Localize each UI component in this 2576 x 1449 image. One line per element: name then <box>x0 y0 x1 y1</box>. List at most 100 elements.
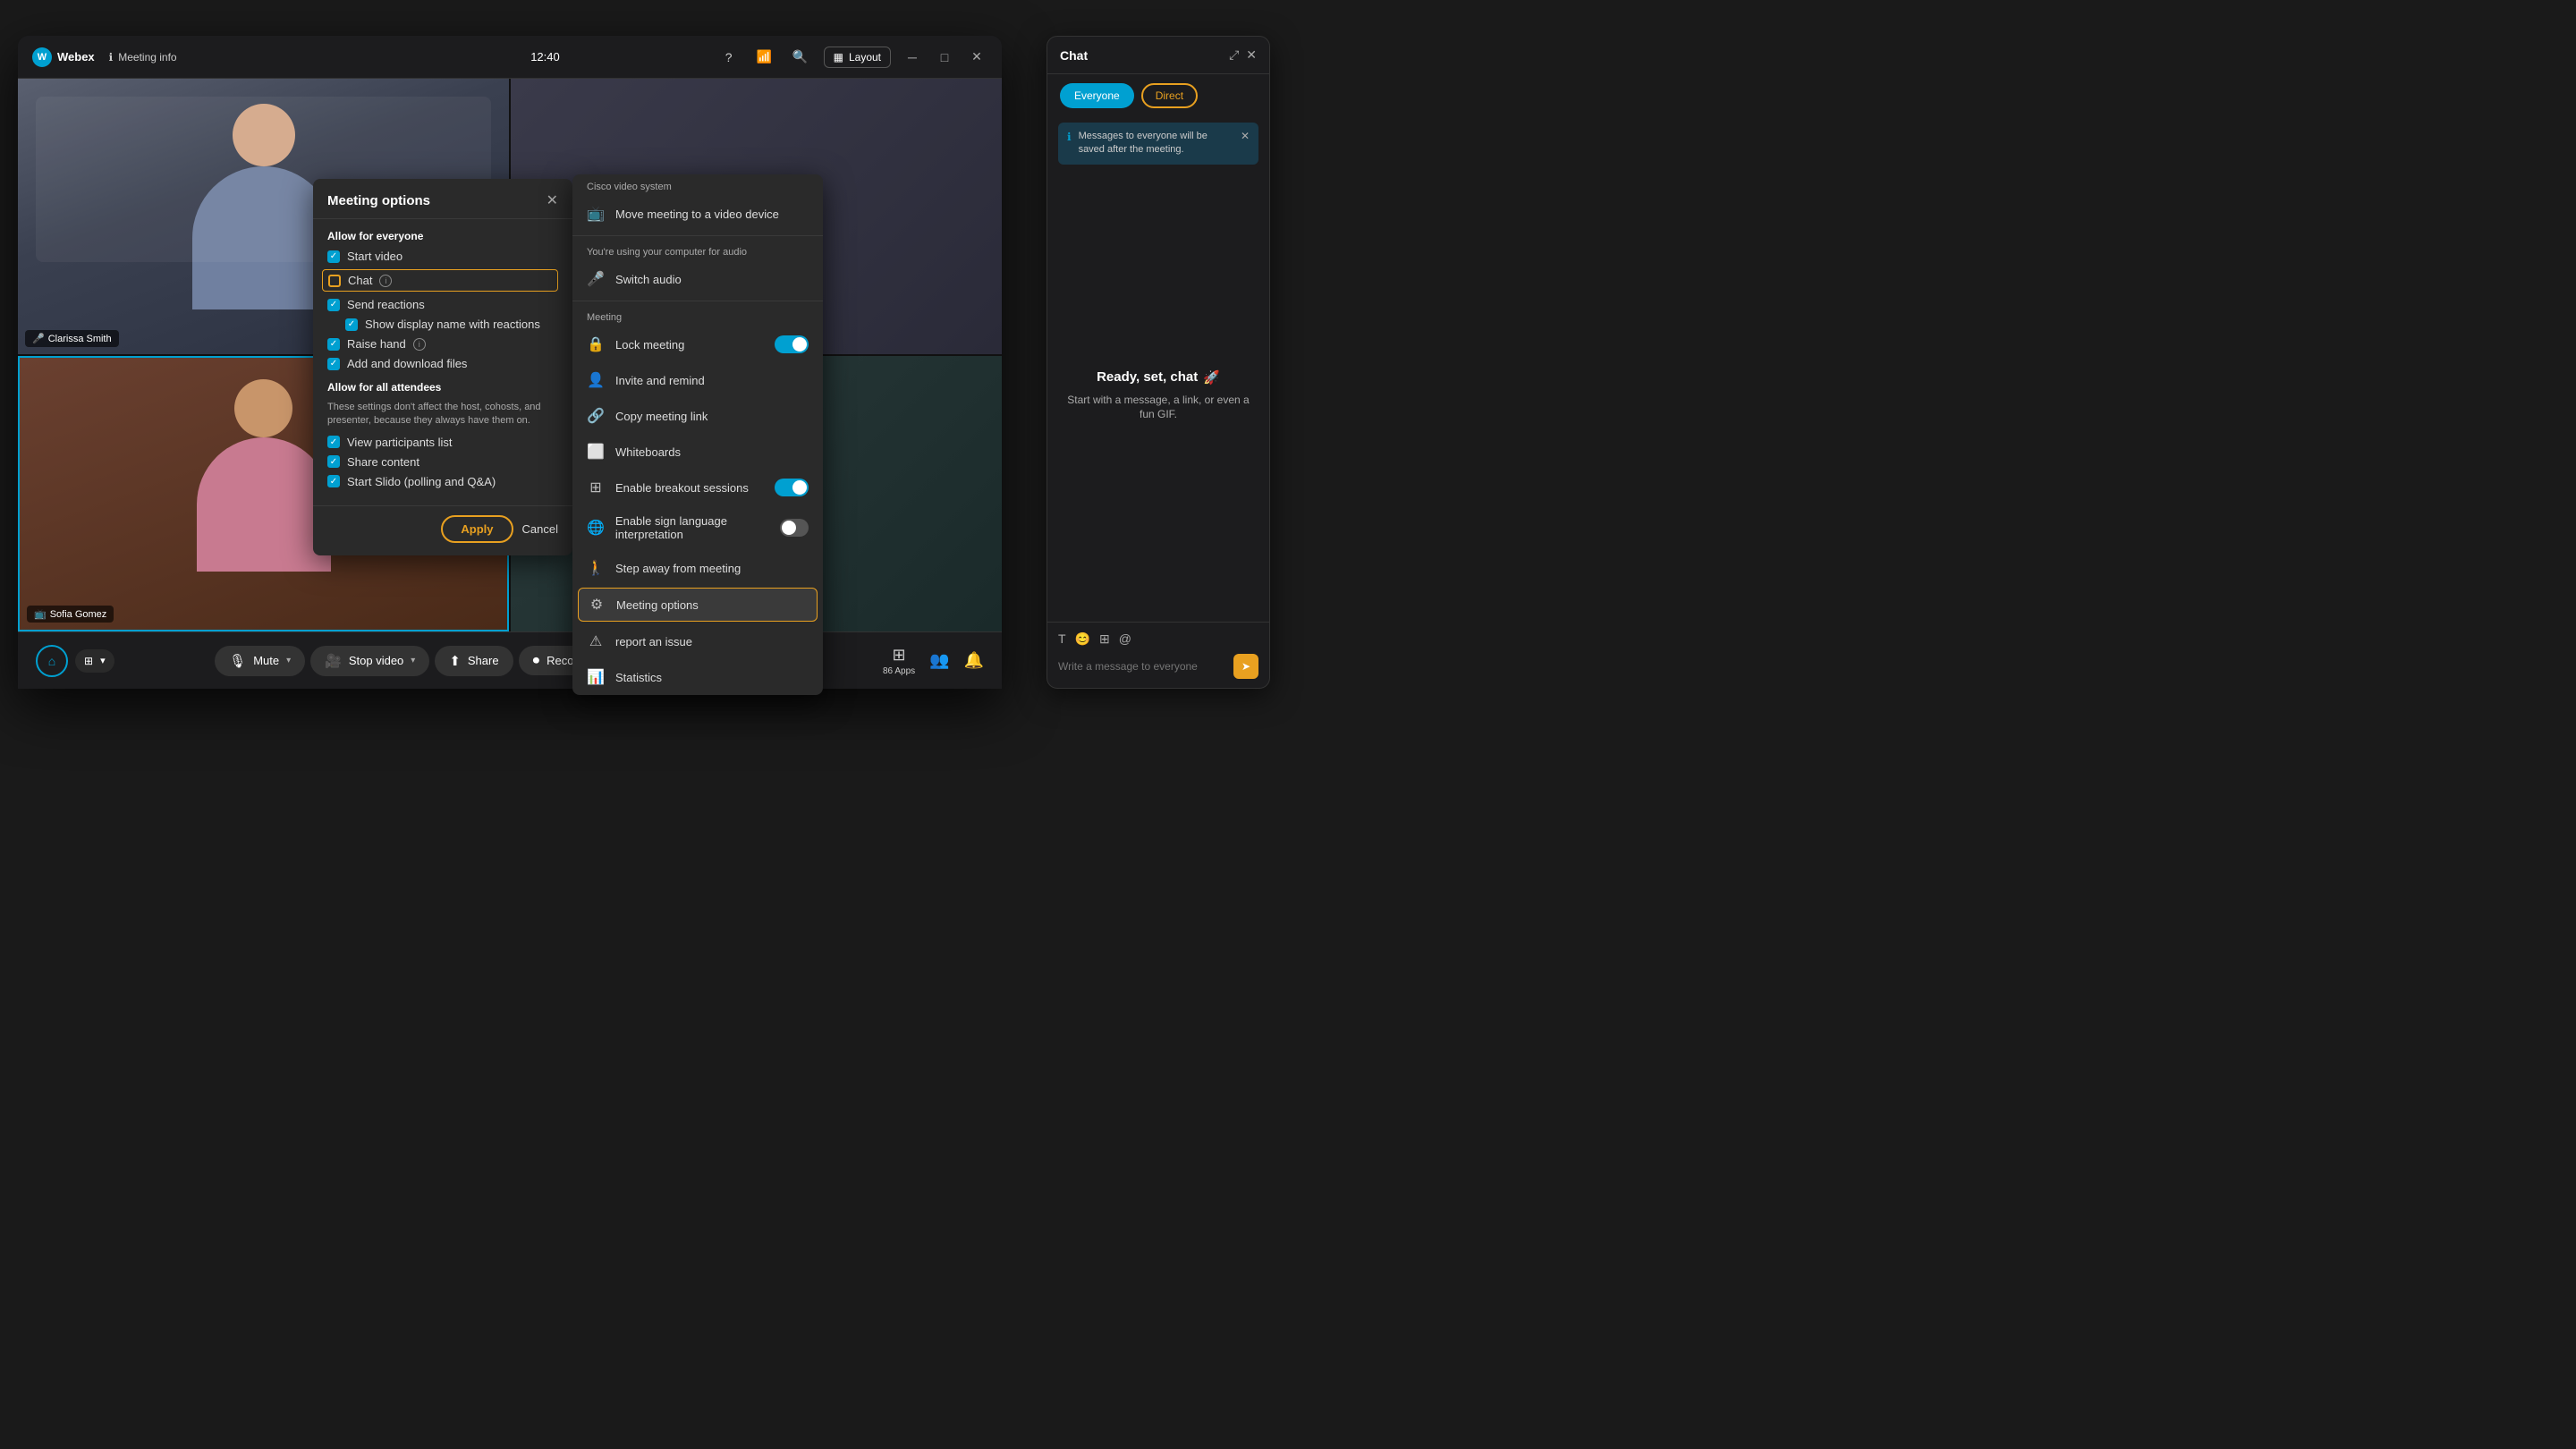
minimize-button[interactable]: ─ <box>902 47 923 68</box>
modal-close-button[interactable]: ✕ <box>547 191 558 209</box>
mute-dropdown-arrow: ▾ <box>286 656 291 665</box>
chat-info-icon[interactable]: i <box>379 275 392 287</box>
checkbox-slido[interactable]: ✓ Start Slido (polling and Q&A) <box>327 475 558 488</box>
webex-logo: W Webex <box>32 47 95 67</box>
apply-button[interactable]: Apply <box>441 515 513 543</box>
participants-button[interactable]: 👥 <box>929 651 949 670</box>
chat-tab-everyone[interactable]: Everyone <box>1060 83 1134 108</box>
record-icon: ⏺ <box>533 653 540 668</box>
chat-expand-icon[interactable]: ⤢ <box>1229 47 1239 63</box>
participant-label-clarissa: 🎤 Clarissa Smith <box>25 330 119 347</box>
step-away-icon: 🚶 <box>587 559 605 577</box>
checkbox-files-input[interactable]: ✓ <box>327 358 340 370</box>
share-button[interactable]: ⬆ Share <box>435 646 513 676</box>
gif-icon[interactable]: ⊞ <box>1099 631 1110 647</box>
cancel-button[interactable]: Cancel <box>522 522 558 536</box>
copy-link-item[interactable]: 🔗 Copy meeting link <box>572 398 823 434</box>
video-dropdown-arrow: ▾ <box>411 656 415 665</box>
checkbox-share-content[interactable]: ✓ Share content <box>327 455 558 469</box>
cb-slido[interactable]: ✓ <box>327 475 340 487</box>
step-away-item[interactable]: 🚶 Step away from meeting <box>572 550 823 586</box>
move-meeting-item[interactable]: 📺 Move meeting to a video device <box>572 196 823 232</box>
participants-icon: 👥 <box>929 651 949 670</box>
sign-language-icon: 🌐 <box>587 519 605 537</box>
audio-icon: 🎤 <box>587 270 605 288</box>
meeting-toolbar: ⌂ ⊞ ▾ 🎙 Mute ▾ 🎥 Stop video ▾ <box>18 631 1002 689</box>
chat-input-row: ➤ <box>1058 654 1258 679</box>
lock-icon: 🔒 <box>587 335 605 353</box>
text-format-icon[interactable]: T <box>1058 631 1066 647</box>
sign-language-item[interactable]: 🌐 Enable sign language interpretation <box>572 505 823 550</box>
video-icon: 🎥 <box>325 653 342 669</box>
checkbox-send-reactions[interactable]: ✓ Send reactions <box>327 298 558 311</box>
chat-send-button[interactable]: ➤ <box>1233 654 1258 679</box>
link-icon: 🔗 <box>587 407 605 425</box>
meeting-section-label: Meeting <box>572 305 823 326</box>
chat-close-icon[interactable]: ✕ <box>1246 47 1257 63</box>
notice-info-icon: ℹ <box>1067 131 1072 143</box>
chat-message-input[interactable] <box>1058 660 1226 673</box>
checkbox-view-participants[interactable]: ✓ View participants list <box>327 436 558 449</box>
info-icon: ℹ <box>109 51 114 64</box>
mute-button[interactable]: 🎙 Mute ▾ <box>215 646 305 676</box>
stop-video-button[interactable]: 🎥 Stop video ▾ <box>310 646 429 676</box>
report-issue-item[interactable]: ⚠ report an issue <box>572 623 823 659</box>
layout-button[interactable]: ▦ Layout <box>824 47 891 68</box>
checkbox-reactions-input[interactable]: ✓ <box>327 299 340 311</box>
chat-messages-area: Ready, set, chat 🚀 Start with a message,… <box>1047 170 1269 622</box>
checkbox-display-name[interactable]: ✓ Show display name with reactions <box>345 318 558 331</box>
meeting-options-item[interactable]: ⚙ Meeting options <box>578 588 818 622</box>
checkbox-start-video[interactable]: ✓ Start video <box>327 250 558 263</box>
lock-meeting-toggle[interactable] <box>775 335 809 353</box>
checkbox-start-video-input[interactable]: ✓ <box>327 250 340 263</box>
chat-tab-direct[interactable]: Direct <box>1141 83 1198 108</box>
breakout-toggle[interactable] <box>775 479 809 496</box>
checkbox-files[interactable]: ✓ Add and download files <box>327 357 558 370</box>
checkbox-raise-hand[interactable]: ✓ Raise hand i <box>327 337 558 351</box>
whiteboards-item[interactable]: ⬜ Whiteboards <box>572 434 823 470</box>
home-button[interactable]: ⌂ <box>36 645 68 677</box>
checkbox-display-name-input[interactable]: ✓ <box>345 318 358 331</box>
switch-audio-item[interactable]: 🎤 Switch audio <box>572 261 823 297</box>
search-icon[interactable]: 🔍 <box>788 45 813 70</box>
cb-share-content[interactable]: ✓ <box>327 455 340 468</box>
statistics-item[interactable]: 📊 Statistics <box>572 659 823 695</box>
computer-audio-notice: You're using your computer for audio <box>572 240 823 261</box>
divider-1 <box>572 235 823 236</box>
meeting-options-icon: ⚙ <box>588 596 606 614</box>
notifications-button[interactable]: 🔔 <box>964 651 984 670</box>
meeting-info-button[interactable]: ℹ Meeting info <box>109 51 177 64</box>
share-icon: ⬆ <box>449 653 461 669</box>
clock: 12:40 <box>530 50 560 64</box>
lock-meeting-item[interactable]: 🔒 Lock meeting <box>572 326 823 362</box>
allow-all-desc: These settings don't affect the host, co… <box>327 401 558 428</box>
move-meeting-icon: 📺 <box>587 205 605 223</box>
allow-all-section: Allow for all attendees These settings d… <box>327 381 558 488</box>
breakout-sessions-item[interactable]: ⊞ Enable breakout sessions <box>572 470 823 505</box>
emoji-picker-icon[interactable]: 😊 <box>1075 631 1090 647</box>
chat-empty-description: Start with a message, a link, or even a … <box>1065 393 1251 423</box>
raise-hand-info-icon[interactable]: i <box>413 338 426 351</box>
webex-icon: W <box>32 47 52 67</box>
apps-icon: ⊞ <box>893 646 906 665</box>
modal-title: Meeting options <box>327 193 430 208</box>
allow-all-title: Allow for all attendees <box>327 381 558 394</box>
invite-remind-item[interactable]: 👤 Invite and remind <box>572 362 823 398</box>
notice-close-button[interactable]: ✕ <box>1241 130 1250 142</box>
checkbox-chat-input[interactable] <box>328 275 341 287</box>
checkbox-chat[interactable]: Chat i <box>322 269 558 292</box>
checkbox-raise-hand-input[interactable]: ✓ <box>327 338 340 351</box>
cb-view-participants[interactable]: ✓ <box>327 436 340 448</box>
chat-tabs: Everyone Direct <box>1047 74 1269 117</box>
maximize-button[interactable]: □ <box>934 47 955 68</box>
signal-icon[interactable]: 📶 <box>752 45 777 70</box>
mention-icon[interactable]: @ <box>1119 631 1131 647</box>
close-button[interactable]: ✕ <box>966 47 987 68</box>
help-icon[interactable]: ? <box>716 45 741 70</box>
allow-everyone-section-title: Allow for everyone <box>327 230 558 242</box>
bell-icon: 🔔 <box>964 651 984 670</box>
cisco-video-section: Cisco video system <box>572 174 823 196</box>
video-layout-small-btn[interactable]: ⊞ ▾ <box>75 649 114 673</box>
apps-button[interactable]: ⊞ 86 Apps <box>883 646 915 676</box>
sign-language-toggle[interactable] <box>780 519 809 537</box>
